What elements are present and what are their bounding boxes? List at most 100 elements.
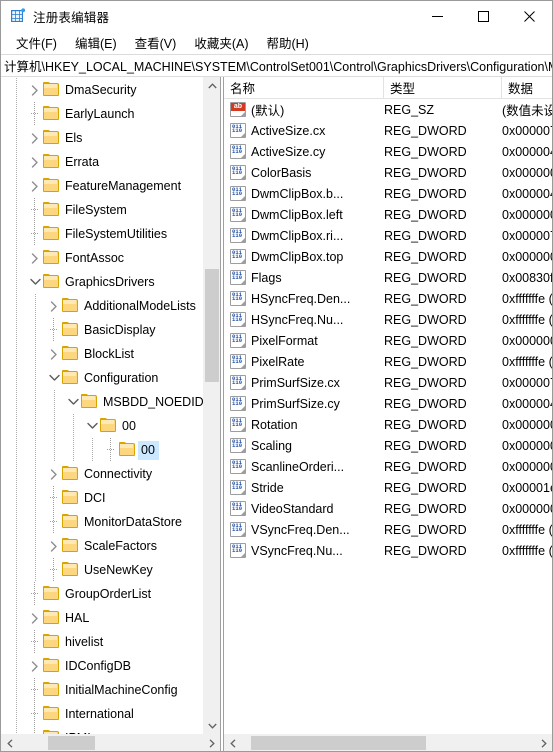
tree-item-hivelist[interactable]: hivelist bbox=[1, 630, 203, 654]
tree-item-hal[interactable]: HAL bbox=[1, 606, 203, 630]
chevron-down-icon[interactable] bbox=[84, 414, 100, 438]
tree-item-label: BlockList bbox=[84, 346, 135, 361]
tree-item-errata[interactable]: Errata bbox=[1, 150, 203, 174]
chevron-right-icon[interactable] bbox=[46, 534, 62, 558]
address-bar[interactable]: 计算机\HKEY_LOCAL_MACHINE\SYSTEM\ControlSet… bbox=[1, 54, 552, 77]
chevron-right-icon[interactable] bbox=[27, 654, 43, 678]
maximize-button[interactable] bbox=[460, 1, 506, 31]
tree-item-fontassoc[interactable]: FontAssoc bbox=[1, 246, 203, 270]
list-horizontal-scrollbar[interactable] bbox=[224, 734, 552, 751]
value-row[interactable]: 011110 Scaling REG_DWORD 0x00000004 (4 bbox=[224, 435, 552, 456]
tree-item-configuration[interactable]: Configuration bbox=[1, 366, 203, 390]
chevron-right-icon[interactable] bbox=[46, 462, 62, 486]
list-scroll-left-button[interactable] bbox=[224, 735, 241, 751]
tree-item-filesystem[interactable]: FileSystem bbox=[1, 198, 203, 222]
list-hscroll-thumb[interactable] bbox=[251, 736, 426, 750]
list-hscroll-track[interactable] bbox=[241, 735, 535, 751]
tree-item-graphicsdrivers[interactable]: GraphicsDrivers bbox=[1, 270, 203, 294]
binary-value-icon: 011 110 bbox=[230, 417, 246, 432]
tree-item-filesystemutilities[interactable]: FileSystemUtilities bbox=[1, 222, 203, 246]
value-row[interactable]: 011110 VideoStandard REG_DWORD 0x000000ff (… bbox=[224, 498, 552, 519]
tree-item-international[interactable]: International bbox=[1, 702, 203, 726]
chevron-right-icon[interactable] bbox=[27, 606, 43, 630]
tree-connector bbox=[27, 702, 43, 726]
tree-scroll-right-button[interactable] bbox=[203, 735, 220, 751]
value-row[interactable]: 011110 ActiveSize.cy REG_DWORD 0x00000438 (… bbox=[224, 141, 552, 162]
value-row[interactable]: 011110 DwmClipBox.ri... REG_DWORD 0x0000078… bbox=[224, 225, 552, 246]
tree-item-blocklist[interactable]: BlockList bbox=[1, 342, 203, 366]
tree-vertical-scrollbar[interactable] bbox=[203, 77, 220, 734]
value-row[interactable]: 011110 PixelRate REG_DWORD 0xfffffffe (4294 bbox=[224, 351, 552, 372]
tree-item-grouporderlist[interactable]: GroupOrderList bbox=[1, 582, 203, 606]
value-row[interactable]: 011110 PrimSurfSize.cy REG_DWORD 0x00000438… bbox=[224, 393, 552, 414]
tree-item-00[interactable]: 00 bbox=[1, 414, 203, 438]
value-row[interactable]: 011 110 VSyncFreq.Nu... REG_DWORD 0xfffffffe… bbox=[224, 540, 552, 561]
chevron-right-icon[interactable] bbox=[27, 174, 43, 198]
tree-item-basicdisplay[interactable]: BasicDisplay bbox=[1, 318, 203, 342]
value-row[interactable]: 011110 DwmClipBox.top REG_DWORD 0x00000000 … bbox=[224, 246, 552, 267]
value-row[interactable]: 011110 Flags REG_DWORD 0x00830f8f (85 bbox=[224, 267, 552, 288]
list-scroll-right-button[interactable] bbox=[535, 735, 552, 751]
chevron-right-icon[interactable] bbox=[46, 294, 62, 318]
value-row[interactable]: 011110 ColorBasis REG_DWORD 0x00000003 (3 bbox=[224, 162, 552, 183]
tree-item-dmasecurity[interactable]: DmaSecurity bbox=[1, 78, 203, 102]
tree-vscroll-track[interactable] bbox=[204, 94, 220, 717]
value-row[interactable]: 011110 DwmClipBox.left REG_DWORD 0x00000000… bbox=[224, 204, 552, 225]
chevron-right-icon[interactable] bbox=[27, 78, 43, 102]
tree-scroll-down-button[interactable] bbox=[204, 717, 220, 734]
menu-favorites[interactable]: 收藏夹(A) bbox=[185, 31, 257, 55]
value-row[interactable]: 011 110 HSyncFreq.Nu... REG_DWORD 0xfffffffe… bbox=[224, 309, 552, 330]
tree-scroll-up-button[interactable] bbox=[204, 77, 220, 94]
value-row[interactable]: 011110 DwmClipBox.b... REG_DWORD 0x00000438… bbox=[224, 183, 552, 204]
tree-vscroll-thumb[interactable] bbox=[205, 269, 219, 382]
tree-item-msbdd-noedid[interactable]: MSBDD_NOEDID bbox=[1, 390, 203, 414]
tree-item-dci[interactable]: DCI bbox=[1, 486, 203, 510]
close-button[interactable] bbox=[506, 1, 552, 31]
menu-edit[interactable]: 编辑(E) bbox=[66, 31, 126, 55]
tree-item-featuremanagement[interactable]: FeatureManagement bbox=[1, 174, 203, 198]
chevron-right-icon[interactable] bbox=[27, 150, 43, 174]
registry-values-list[interactable]: ab (默认) REG_SZ (数值未设置) 011110 ActiveSize.cx RE… bbox=[224, 99, 552, 734]
tree-scroll-left-button[interactable] bbox=[1, 735, 18, 751]
tree-item-ipmi[interactable]: IPMI bbox=[1, 726, 203, 734]
tree-horizontal-scrollbar[interactable] bbox=[1, 734, 220, 751]
value-row[interactable]: ab (默认) REG_SZ (数值未设置) bbox=[224, 99, 552, 120]
value-row[interactable]: 011 110 VSyncFreq.Den... REG_DWORD 0xfffffff… bbox=[224, 519, 552, 540]
window-controls bbox=[414, 1, 552, 31]
tree-item-els[interactable]: Els bbox=[1, 126, 203, 150]
value-row[interactable]: 011110 Stride REG_DWORD 0x00001e00 (7 bbox=[224, 477, 552, 498]
tree-item-usenewkey[interactable]: UseNewKey bbox=[1, 558, 203, 582]
minimize-button[interactable] bbox=[414, 1, 460, 31]
value-row[interactable]: 011110 ActiveSize.cx REG_DWORD 0x00000780 (… bbox=[224, 120, 552, 141]
chevron-right-icon[interactable] bbox=[27, 246, 43, 270]
chevron-right-icon[interactable] bbox=[46, 342, 62, 366]
value-row[interactable]: 011110 PrimSurfSize.cx REG_DWORD 0x00000780… bbox=[224, 372, 552, 393]
tree-item-connectivity[interactable]: Connectivity bbox=[1, 462, 203, 486]
tree-guide-line bbox=[16, 198, 17, 222]
tree-connector bbox=[103, 438, 119, 462]
value-row[interactable]: 011110 PixelFormat REG_DWORD 0x00000015 (2 bbox=[224, 330, 552, 351]
value-row[interactable]: 011110 Rotation REG_DWORD 0x00000001 (1 bbox=[224, 414, 552, 435]
tree-item-00[interactable]: 00 bbox=[1, 438, 203, 462]
tree-item-initialmachineconfig[interactable]: InitialMachineConfig bbox=[1, 678, 203, 702]
tree-item-idconfigdb[interactable]: IDConfigDB bbox=[1, 654, 203, 678]
value-row[interactable]: 011 110 HSyncFreq.Den... REG_DWORD 0xfffffff… bbox=[224, 288, 552, 309]
chevron-down-icon[interactable] bbox=[65, 390, 81, 414]
column-header-name[interactable]: 名称 bbox=[224, 77, 384, 98]
menu-file[interactable]: 文件(F) bbox=[7, 31, 66, 55]
tree-item-earlylaunch[interactable]: EarlyLaunch bbox=[1, 102, 203, 126]
tree-item-monitordatastore[interactable]: MonitorDataStore bbox=[1, 510, 203, 534]
tree-item-additionalmodelists[interactable]: AdditionalModeLists bbox=[1, 294, 203, 318]
tree-hscroll-thumb[interactable] bbox=[48, 736, 95, 750]
menu-help[interactable]: 帮助(H) bbox=[257, 31, 317, 55]
chevron-down-icon[interactable] bbox=[27, 270, 43, 294]
tree-hscroll-track[interactable] bbox=[18, 735, 203, 751]
registry-tree[interactable]: DmaSecurity EarlyLaunch Els Errata FeatureMa… bbox=[1, 77, 203, 734]
tree-item-scalefactors[interactable]: ScaleFactors bbox=[1, 534, 203, 558]
column-header-type[interactable]: 类型 bbox=[384, 77, 502, 98]
value-row[interactable]: 011110 ScanlineOrderi... REG_DWORD 0x000000… bbox=[224, 456, 552, 477]
chevron-right-icon[interactable] bbox=[27, 126, 43, 150]
menu-view[interactable]: 查看(V) bbox=[126, 31, 186, 55]
column-header-data[interactable]: 数据 bbox=[502, 77, 552, 98]
chevron-down-icon[interactable] bbox=[46, 366, 62, 390]
